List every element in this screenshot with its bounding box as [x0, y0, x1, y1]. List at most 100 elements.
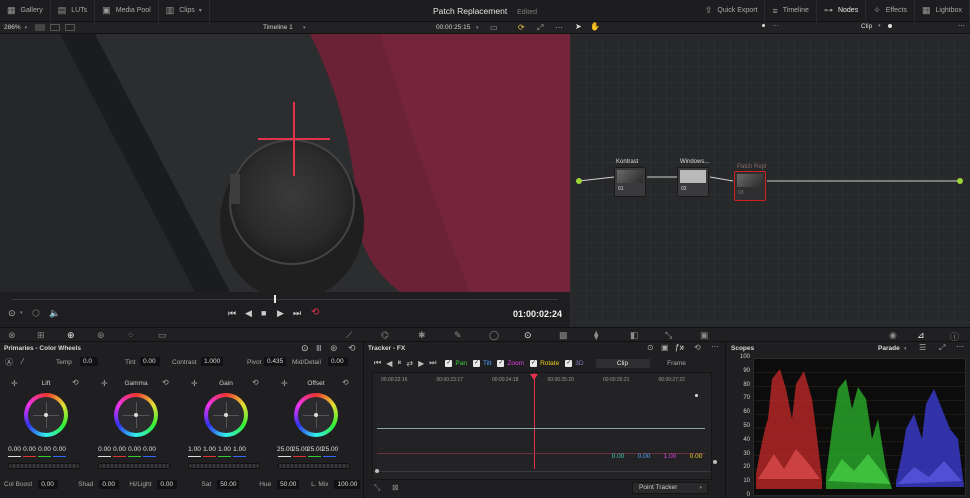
camera-raw-icon[interactable]: ⊗: [8, 330, 16, 341]
node-view-dot-icon[interactable]: [888, 24, 892, 28]
wheel-value-r[interactable]: 0.00: [22, 446, 37, 453]
wheel-reset-icon[interactable]: ⟲: [252, 378, 259, 387]
pan-checkbox[interactable]: ✓: [445, 359, 453, 367]
sat-field[interactable]: 50.00: [217, 480, 240, 489]
scope-settings-icon[interactable]: ☰: [919, 343, 926, 352]
magic-mask-icon[interactable]: ▩: [559, 330, 568, 341]
topbar-timeline-button[interactable]: ≡ Timeline: [765, 0, 817, 22]
topbar-quick-export-button[interactable]: ⇪ Quick Export: [698, 0, 766, 22]
wheels-mode-icon[interactable]: ⊙: [301, 343, 309, 354]
blur-icon[interactable]: ⧫: [594, 330, 598, 341]
scope-mode-dropdown-icon[interactable]: ▾: [904, 346, 907, 352]
tracker-delete-point-icon[interactable]: ⊠: [392, 483, 399, 492]
topbar-media-pool-button[interactable]: ▣ Media Pool: [95, 0, 159, 22]
color-wheel-offset[interactable]: [294, 393, 338, 437]
topbar-gallery-button[interactable]: ▦ Gallery: [0, 0, 51, 22]
timeline-name[interactable]: Timeline 1: [263, 24, 293, 31]
3d-checkbox[interactable]: ✓: [565, 359, 573, 367]
wheel-master-jog[interactable]: [98, 463, 170, 469]
wheel-values-gamma[interactable]: 0.00 0.00 0.00 0.00: [97, 446, 157, 453]
node-kontrast[interactable]: 01: [614, 167, 646, 197]
wheel-values-lift[interactable]: 0.00 0.00 0.00 0.00: [7, 446, 67, 453]
node-graph[interactable]: Kontrast 01 Windows... 02 Patch Repl 03: [570, 34, 970, 327]
topbar-nodes-button[interactable]: ⊶ Nodes: [817, 0, 867, 22]
tracker-playhead-handle-icon[interactable]: [530, 374, 538, 380]
topbar-clips-button[interactable]: ▥ Clips ▾: [159, 0, 210, 22]
topbar-luts-button[interactable]: ▤ LUTs: [51, 0, 96, 22]
motion-effects-icon[interactable]: ▭: [158, 330, 167, 341]
sizing-icon[interactable]: ⤡: [665, 330, 672, 341]
wheel-value-r[interactable]: 1.00: [202, 446, 217, 453]
sync-icon[interactable]: ⟳: [518, 23, 525, 32]
overlay-dropdown-icon[interactable]: ▾: [20, 310, 23, 316]
tracker-graph[interactable]: 00:00:22:16 00:00:23:17 00:00:24:18 00:00:2…: [372, 372, 717, 480]
hilight-field[interactable]: 0.00: [157, 480, 178, 489]
node-mode[interactable]: Clip: [861, 23, 872, 30]
timecode-dropdown-icon[interactable]: ▾: [476, 25, 479, 31]
scope-expand-icon[interactable]: ⤢: [939, 343, 945, 353]
wheel-value-y[interactable]: 1.00: [187, 446, 202, 453]
wheel-value-r[interactable]: 25.00: [292, 446, 308, 453]
track-forward-end-icon[interactable]: ⏭: [429, 358, 436, 368]
color-wheel-lift[interactable]: [24, 393, 68, 437]
tracker-window-icon[interactable]: ⊙: [647, 343, 654, 352]
scrubber-track[interactable]: [12, 299, 558, 300]
wheel-value-r[interactable]: 0.00: [112, 446, 127, 453]
skip-back-icon[interactable]: ⏮: [228, 308, 236, 319]
eye-icon[interactable]: ◉: [889, 330, 897, 341]
track-forward-icon[interactable]: ▶: [418, 359, 424, 368]
tracker-type-select[interactable]: Point Tracker ▾: [632, 482, 708, 494]
track-both-icon[interactable]: ⇄: [406, 359, 413, 368]
wheel-value-y[interactable]: 0.00: [97, 446, 112, 453]
primaries-reset-icon[interactable]: ⟲: [348, 343, 356, 354]
rgb-mixer-icon[interactable]: ⁘: [127, 330, 135, 341]
mask-icon[interactable]: ⬡: [32, 308, 40, 319]
key-icon[interactable]: ◧: [630, 330, 639, 341]
hue-field[interactable]: 50.00: [277, 480, 300, 489]
window-icon[interactable]: ◯: [489, 330, 499, 341]
tracker-frame-tab[interactable]: Frame: [650, 359, 704, 368]
qualifier-picker-icon[interactable]: ✎: [454, 330, 462, 341]
tint-field[interactable]: 0.00: [140, 357, 160, 366]
viewer-overlay-icon[interactable]: ⊙: [8, 308, 16, 319]
tracker-clip-tab[interactable]: Clip: [595, 358, 650, 368]
node-options-icon[interactable]: ⋯: [958, 22, 965, 30]
wheel-master-jog[interactable]: [278, 463, 350, 469]
rotate-checkbox[interactable]: ✓: [530, 359, 538, 367]
tracker-icon[interactable]: ⊙: [524, 330, 532, 341]
wheel-master-jog[interactable]: [8, 463, 80, 469]
tilt-checkbox[interactable]: ✓: [473, 359, 480, 367]
loop-icon[interactable]: ⟲: [311, 307, 319, 318]
shad-field[interactable]: 0.00: [99, 480, 120, 489]
wheel-value-g[interactable]: 1.00: [217, 446, 232, 453]
wheel-master-jog[interactable]: [188, 463, 260, 469]
wheel-value-g[interactable]: 0.00: [37, 446, 52, 453]
wheel-value-b[interactable]: 0.00: [142, 446, 157, 453]
fullscreen-icon[interactable]: ⤢: [537, 23, 543, 33]
tracker-stabilize-icon[interactable]: ▣: [661, 343, 669, 352]
wheel-reset-icon[interactable]: ⟲: [162, 378, 169, 387]
contrast-field[interactable]: 1.000: [201, 357, 223, 366]
volume-icon[interactable]: 🔈: [49, 308, 60, 319]
stop-icon[interactable]: ■: [261, 308, 266, 318]
wheel-value-g[interactable]: 25.00: [307, 446, 323, 453]
topbar-effects-button[interactable]: ✧ Effects: [866, 0, 916, 22]
tracker-crosshair-horizontal[interactable]: [258, 138, 330, 140]
bars-mode-icon[interactable]: Ⅲ: [316, 344, 322, 353]
wheel-value-b[interactable]: 25.00: [322, 446, 338, 453]
hand-icon[interactable]: ✋: [590, 22, 600, 31]
color-warper-icon[interactable]: ⌬: [381, 330, 389, 341]
scope-options-icon[interactable]: ⋯: [956, 342, 964, 351]
track-reverse-icon[interactable]: ◀: [386, 359, 392, 368]
node-patch-replacement[interactable]: 03: [734, 171, 766, 201]
tracker-scroll-right-handle[interactable]: [713, 460, 717, 464]
node-zoom-dot-icon[interactable]: [762, 24, 765, 27]
colboost-field[interactable]: 0.00: [38, 480, 59, 489]
viewer-mode-split-icon[interactable]: [50, 24, 61, 31]
wheel-value-g[interactable]: 0.00: [127, 446, 142, 453]
color-match-icon[interactable]: ⊞: [37, 330, 45, 341]
node-windows[interactable]: 02: [677, 167, 709, 197]
wheel-values-offset[interactable]: 25.00 25.00 25.00 25.00: [277, 446, 338, 453]
color-wheel-gain[interactable]: [204, 393, 248, 437]
node-zoom-slider-icon[interactable]: ⋯: [772, 22, 779, 30]
